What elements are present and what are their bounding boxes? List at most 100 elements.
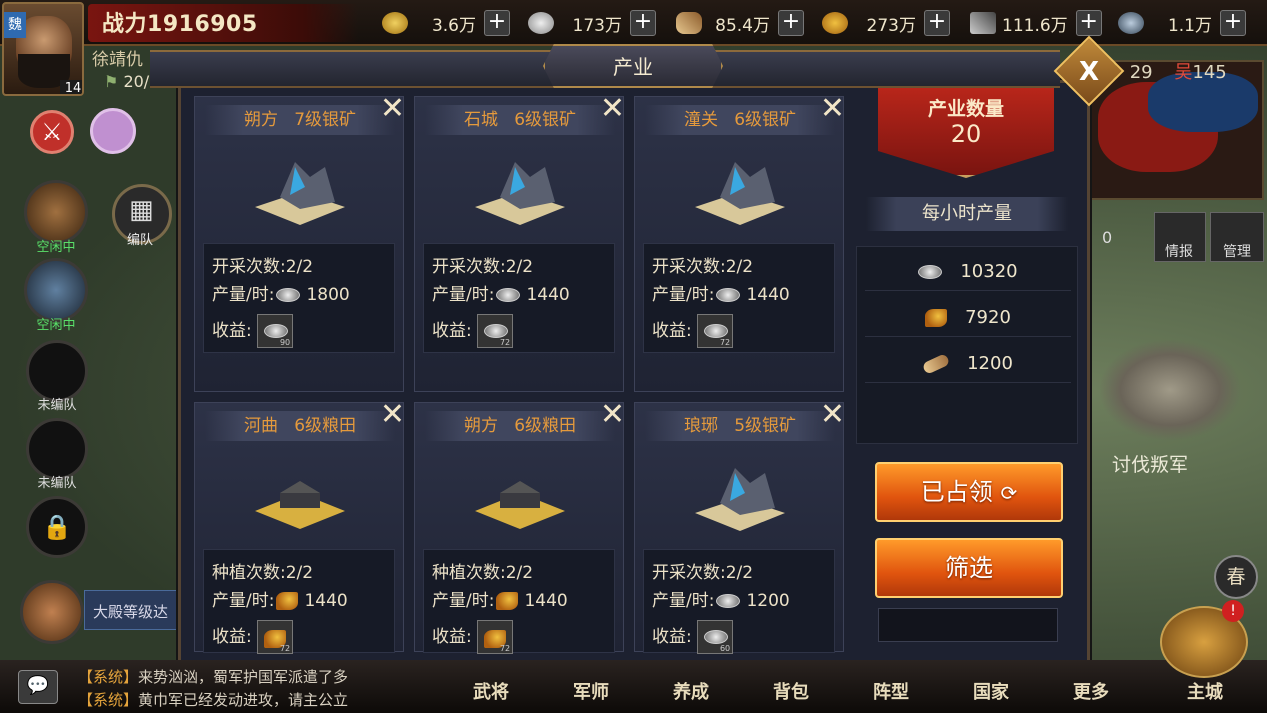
remove-icon[interactable]: ✕ [380, 91, 405, 126]
alert-icon: ! [1222, 600, 1244, 622]
remove-icon[interactable]: ✕ [600, 91, 625, 126]
scroll-task-button[interactable] [20, 580, 84, 644]
industry-card[interactable]: 石城 6级银矿 ✕ 开采次数:2/2 产量/时: 1440 收益: 72 [414, 91, 625, 392]
filter-button[interactable]: 筛选 [875, 538, 1063, 598]
income-amount: 60 [719, 644, 731, 653]
hourly-output-header: 每小时产量 [866, 197, 1068, 231]
remove-icon[interactable]: ✕ [820, 91, 845, 126]
close-icon[interactable]: X [1064, 50, 1114, 94]
farm-field-icon [475, 481, 565, 529]
system-tag: 【系统】 [78, 668, 139, 686]
wood-icon [676, 12, 702, 34]
empty-slot-2[interactable] [26, 418, 88, 480]
nav-main-city[interactable]: 主城 [1160, 678, 1250, 704]
alliance-button[interactable] [90, 108, 136, 154]
general-slot-2[interactable] [24, 258, 88, 322]
add-silver-button[interactable]: + [630, 10, 656, 36]
hourly-output-list: 10320 7920 1200 [856, 246, 1078, 444]
power-display: 战力1916905 [102, 6, 258, 38]
income-item[interactable]: 90 [257, 314, 294, 348]
chat-line[interactable]: 【系统】黄巾军已经发动进攻，请主公立 [78, 689, 348, 710]
count-text: 开采次数:2/2 [652, 257, 754, 277]
wu-label: 吴 [1174, 62, 1193, 83]
iron-value: 111.6万 [1002, 15, 1068, 36]
farm-field-icon [255, 481, 345, 529]
income-item[interactable]: 72 [477, 620, 514, 654]
income-item[interactable]: 60 [697, 620, 734, 654]
income-amount: 72 [279, 644, 291, 653]
occupied-button[interactable]: 已占领 ⟳ [875, 462, 1063, 522]
industry-card[interactable]: 琅琊 5级银矿 ✕ 开采次数:2/2 产量/时: 1200 收益: 60 [634, 397, 845, 654]
income-label: 收益: [652, 627, 692, 647]
grain-output-value: 7920 [965, 307, 1011, 328]
card-title: 石城 6级银矿 [425, 105, 615, 135]
general-slot-1[interactable] [24, 180, 88, 244]
rate-row: 产量/时: 1440 [212, 586, 348, 611]
silver-coin-icon [716, 288, 741, 302]
nav-generals[interactable]: 武将 [446, 678, 536, 704]
industry-card[interactable]: 河曲 6级粮田 ✕ 种植次数:2/2 产量/时: 1440 收益: 72 [194, 397, 405, 654]
chat-line[interactable]: 【系统】来势汹汹，蜀军护国军派遣了多 [78, 666, 348, 687]
income-item[interactable]: 72 [257, 620, 294, 654]
silver-mine-icon [475, 162, 565, 225]
count-text: 种植次数:2/2 [432, 563, 534, 583]
season-badge: 春 [1214, 555, 1258, 599]
card-info: 开采次数:2/2 产量/时: 1200 收益: 60 [643, 549, 835, 654]
add-gold-button[interactable]: + [484, 10, 510, 36]
general-1-status: 空闲中 [36, 240, 76, 255]
card-title: 朔方 6级粮田 [425, 411, 615, 441]
add-horse-button[interactable]: + [1220, 10, 1246, 36]
intel-button[interactable]: 情报 [1154, 212, 1206, 262]
manage-button[interactable]: 管理 [1210, 212, 1264, 262]
formation-button[interactable]: ▦ 编队 [112, 184, 172, 248]
income-label: 收益: [652, 321, 692, 341]
locked-slot[interactable]: 🔒 [26, 496, 88, 558]
player-avatar[interactable]: 魏 14 [2, 2, 84, 96]
horse-icon [1118, 12, 1144, 34]
rebel-event-label[interactable]: 讨伐叛军 [1112, 450, 1188, 477]
wood-value: 85.4万 [715, 15, 770, 36]
player-level: 14 [60, 80, 82, 94]
income-amount: 90 [279, 338, 291, 347]
add-wood-button[interactable]: + [778, 10, 804, 36]
resource-grain: 273万 + [822, 8, 950, 38]
income-item[interactable]: 72 [477, 314, 514, 348]
income-amount: 72 [719, 338, 731, 347]
rate-row: 产量/时: 1440 [432, 280, 570, 305]
nav-strategist[interactable]: 军师 [546, 678, 636, 704]
silver-coin-icon [264, 324, 289, 338]
rebel-camp[interactable] [1100, 340, 1240, 440]
income-item[interactable]: 72 [697, 314, 734, 348]
empty-slot-1[interactable] [26, 340, 88, 402]
nav-more[interactable]: 更多 [1046, 678, 1136, 704]
industry-card[interactable]: 朔方 6级粮田 ✕ 种植次数:2/2 产量/时: 1440 收益: 72 [414, 397, 625, 654]
chat-message: 黄巾军已经发动进攻，请主公立 [138, 691, 349, 709]
rate-label: 产量/时: [432, 285, 495, 305]
remove-icon[interactable]: ✕ [600, 397, 625, 432]
battle-button[interactable]: ⚔ [30, 110, 74, 154]
nav-bag[interactable]: 背包 [746, 678, 836, 704]
add-iron-button[interactable]: + [1075, 10, 1102, 36]
wood-output-value: 1200 [967, 353, 1013, 374]
kingdom-badge: 魏 [4, 12, 26, 38]
industry-card[interactable]: 潼关 6级银矿 ✕ 开采次数:2/2 产量/时: 1440 收益: 72 [634, 91, 845, 392]
remove-icon[interactable]: ✕ [820, 397, 845, 432]
card-info: 开采次数:2/2 产量/时: 1440 收益: 72 [643, 243, 835, 353]
grain-icon [496, 592, 519, 610]
formation-label: 编队 [127, 233, 154, 248]
palace-hint-panel[interactable]: 大殿等级达 [84, 590, 180, 630]
palace-hint-text: 大殿等级达 [93, 603, 169, 621]
nav-formation[interactable]: 阵型 [846, 678, 936, 704]
manage-label: 管理 [1223, 244, 1251, 260]
remove-icon[interactable]: ✕ [380, 397, 405, 432]
industry-count-value: 20 [950, 120, 982, 148]
nav-develop[interactable]: 养成 [646, 678, 736, 704]
nav-country[interactable]: 国家 [946, 678, 1036, 704]
add-grain-button[interactable]: + [924, 10, 950, 36]
industry-card[interactable]: 朔方 7级银矿 ✕ 开采次数:2/2 产量/时: 1800 收益: 90 [194, 91, 405, 392]
chat-button[interactable]: 💬 [18, 670, 58, 704]
empty-field [878, 608, 1058, 642]
wu-count: 145 [1192, 62, 1227, 83]
silver-coin-icon [276, 288, 301, 302]
gold-value: 3.6万 [431, 15, 476, 36]
